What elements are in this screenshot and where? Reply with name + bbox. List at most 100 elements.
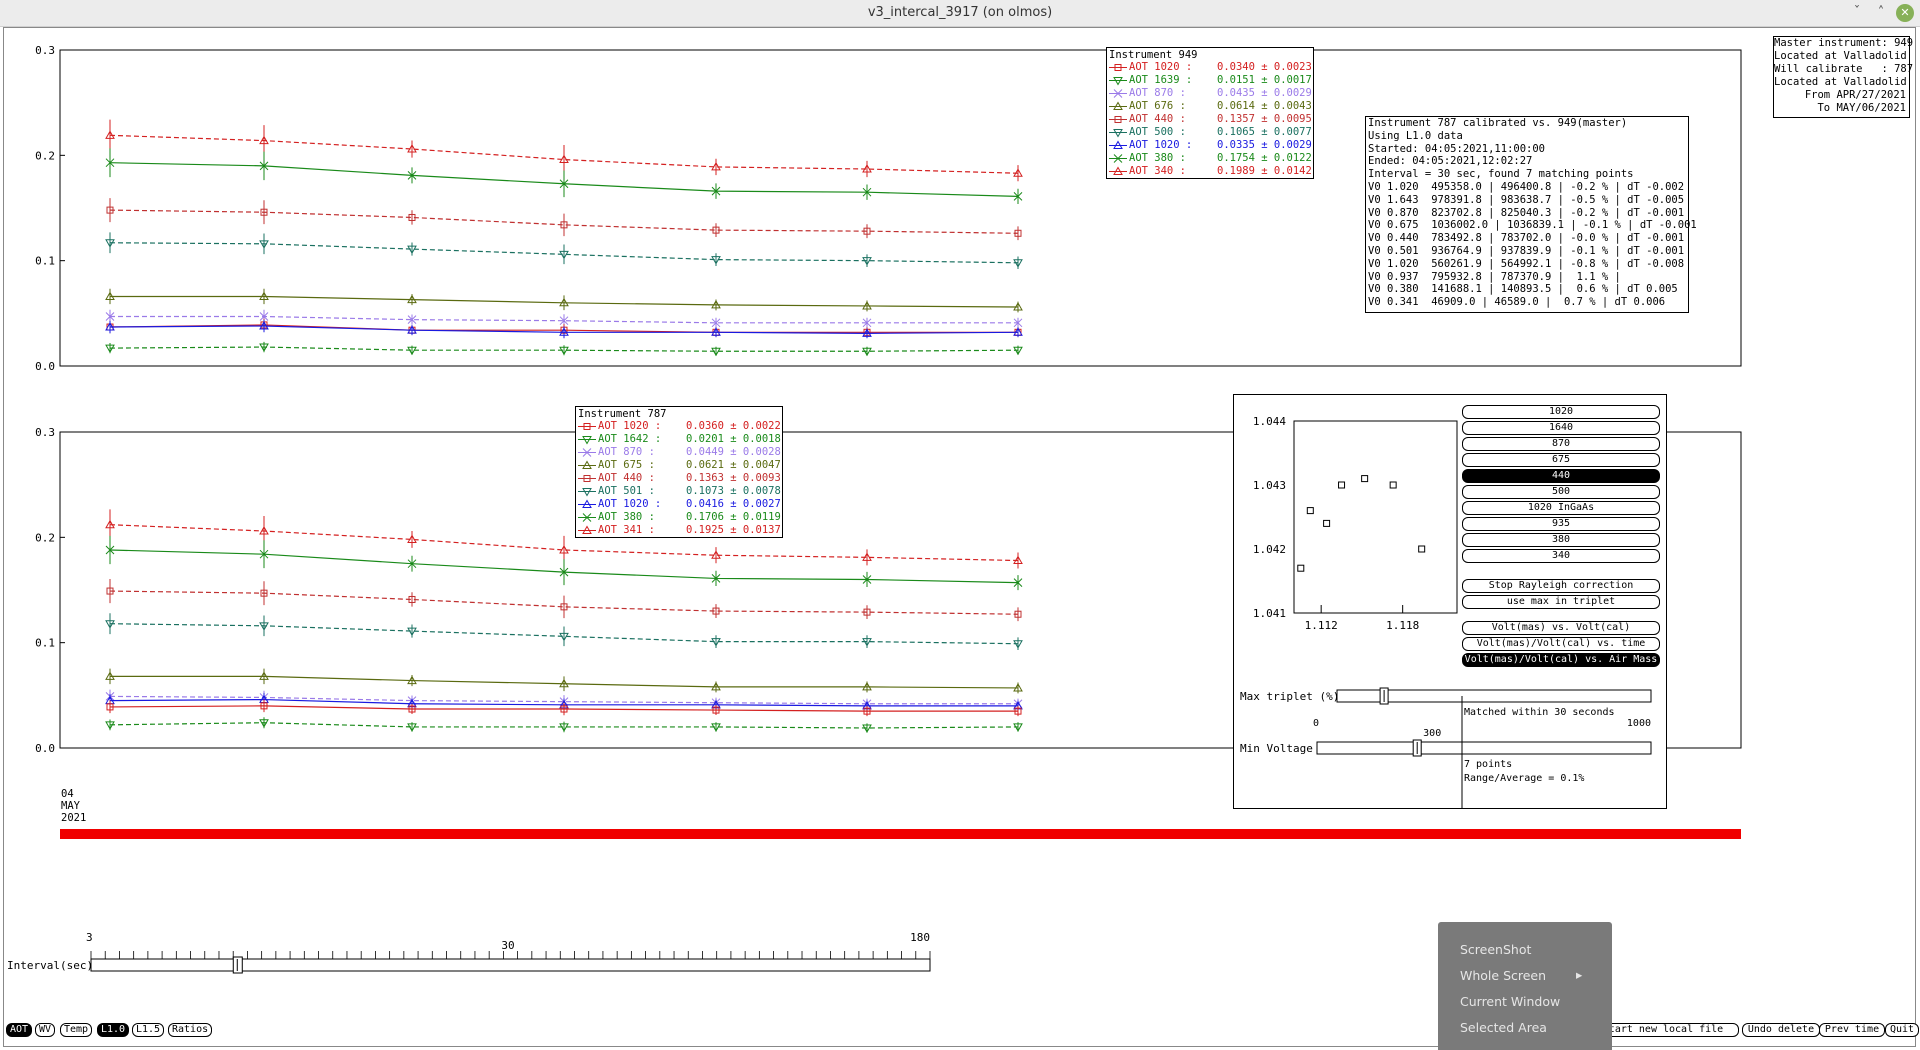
submenu-arrow-icon: ▸ [1576,967,1583,982]
legend-label: AOT 675 : [598,459,655,471]
minimize-button[interactable]: ˇ [1848,4,1866,22]
screenshot-context-menu: ScreenShot Whole Screen ▸ Current Window… [1438,922,1612,1050]
y-tick-label: 0.0 [35,360,55,373]
legend-label: AOT 380 : [598,511,655,523]
mode-tab-l10[interactable]: L1.0 [97,1023,130,1037]
legend-value: 0.0201 ± 0.0018 [686,433,781,445]
legend-row: AOT 340 : 0.1989 ± 0.0142 [1109,165,1312,178]
legend-value: 0.0360 ± 0.0022 [686,420,781,432]
menu-item-screenshot[interactable]: ScreenShot [1460,942,1531,957]
legend-label: AOT 500 : [1129,126,1186,138]
wavelength-button[interactable]: 500 [1462,485,1660,499]
legend-marker-icon [578,448,596,457]
legend-marker-icon [1109,64,1127,71]
legend-label: AOT 1020 : [598,498,662,510]
legend-label: AOT 676 : [1129,100,1186,112]
legend-value: 0.0416 ± 0.0027 [686,498,781,510]
legend-title: Instrument 949 [1109,49,1198,61]
legend-marker-icon [578,423,596,430]
use-max-in-triplet-button[interactable]: use max in triplet [1462,595,1660,609]
menu-item-selected-area[interactable]: Selected Area [1460,1020,1547,1035]
legend-label: AOT 1642 : [598,433,662,445]
wavelength-button[interactable]: 935 [1462,517,1660,531]
min-voltage-slider-label: Min Voltage [1240,742,1313,755]
legend-row: AOT 870 : 0.0449 ± 0.0028 [578,446,781,459]
info-line: Started: 04:05:2021,11:00:00 [1368,142,1546,155]
undo-delete-button[interactable]: Undo delete [1742,1023,1820,1037]
mode-tab-temp[interactable]: Temp [60,1023,93,1037]
interval-slider-track[interactable] [90,958,931,972]
mode-tab-ratios[interactable]: Ratios [168,1023,213,1037]
legend-row: AOT 341 : 0.1925 ± 0.0137 [578,524,781,537]
legend-value: 0.1065 ± 0.0077 [1217,126,1312,138]
menu-item-whole-screen[interactable]: Whole Screen [1460,968,1546,983]
plot-mode-button[interactable]: Volt(mas) vs. Volt(cal) [1462,621,1660,635]
mode-tab-wv[interactable]: WV [35,1023,56,1037]
legend-marker-icon [1109,154,1127,163]
quit-button[interactable]: Quit [1885,1023,1919,1037]
wavelength-button[interactable]: 675 [1462,453,1660,467]
interval-mid-label: 30 [501,939,514,952]
wavelength-button[interactable]: 340 [1462,549,1660,563]
maximize-button[interactable]: ˄ [1872,4,1890,22]
close-button[interactable]: ✕ [1896,4,1914,22]
legend-row: AOT 675 : 0.0621 ± 0.0047 [578,459,781,472]
interval-slider[interactable]: Interval(sec) 3 30 180 [0,925,940,975]
max-triplet-slider-label: Max triplet (%) [1240,690,1339,703]
legend-marker-icon [1109,166,1127,175]
master-instrument-box: Master instrument: 949 Located at Vallado… [1773,36,1914,118]
wavelength-button[interactable]: 1020 InGaAs [1462,501,1660,515]
info-line: Using L1.0 data [1368,129,1463,142]
legend-label: AOT 341 : [598,524,655,536]
legend-row: AOT 440 : 0.1363 ± 0.0093 [578,472,781,485]
y-tick-label: 0.1 [35,637,55,650]
legend-label: AOT 340 : [1129,165,1186,177]
min-voltage-slider-track[interactable] [1316,741,1652,755]
info-line: V0 0.937 795932.8 | 787370.9 | 1.1 % | [1368,270,1621,283]
master-info-line: To MAY/06/2021 [1817,102,1906,114]
master-info-line: Will calibrate : 787 [1774,63,1914,75]
min-voltage-slider-max-label: 1000 [1627,718,1651,729]
min-voltage-slider-min-label: 0 [1313,718,1319,729]
y-tick-label: 0.3 [35,426,55,439]
legend-value: 0.1989 ± 0.0142 [1217,165,1312,177]
legend-value: 0.0340 ± 0.0023 [1217,61,1312,73]
plot-mode-button[interactable]: Volt(mas)/Volt(cal) vs. time [1462,637,1660,651]
series-aot-676 [105,288,1023,313]
wavelength-button[interactable]: 870 [1462,437,1660,451]
master-info-line: Master instrument: 949 [1774,37,1914,49]
legend-marker-icon [578,525,596,534]
y-tick-label: 0.0 [35,742,55,755]
legend-value: 0.0435 ± 0.0029 [1217,87,1312,99]
legend-row: AOT 676 : 0.0614 ± 0.0043 [1109,100,1312,113]
legend-value: 0.1073 ± 0.0078 [686,485,781,497]
prev-time-button[interactable]: Prev time [1819,1023,1885,1037]
legend-row: AOT 501 : 0.1073 ± 0.0078 [578,485,781,498]
interval-slider-label: Interval(sec) [7,959,93,972]
timeline-bar[interactable] [60,829,1741,839]
legend-value: 0.0335 ± 0.0029 [1217,139,1312,151]
legend-value: 0.1363 ± 0.0093 [686,472,781,484]
wavelength-button[interactable]: 1640 [1462,421,1660,435]
legend-marker-icon [1109,77,1127,86]
wavelength-button[interactable]: 380 [1462,533,1660,547]
menu-item-current-window[interactable]: Current Window [1460,994,1560,1009]
calibration-info-box: Instrument 787 calibrated vs. 949(master… [1365,116,1697,313]
points-note: 7 points [1464,759,1512,770]
stop-rayleigh-button[interactable]: Stop Rayleigh correction [1462,579,1660,593]
y-tick-label: 0.2 [35,149,55,162]
voltage-ratio-panel: 1.044 1.043 1.042 1.041 1.112 1.118 1020 1640 8… [1233,394,1667,809]
legend-marker-icon [578,499,596,508]
mode-tab-aot[interactable]: AOT [6,1023,33,1037]
wavelength-button[interactable]: 440 [1462,469,1660,483]
legend-label: AOT 870 : [598,446,655,458]
legend-marker-icon [1109,89,1127,98]
voltage-ratio-scatter: 1.044 1.043 1.042 1.041 1.112 1.118 [1253,415,1458,632]
mode-tab-l15[interactable]: L1.5 [132,1023,165,1037]
legend-label: AOT 1020 : [598,420,662,432]
wavelength-button[interactable]: 1020 [1462,405,1660,419]
plot-mode-button[interactable]: Volt(mas)/Volt(cal) vs. Air Mass [1462,653,1660,667]
info-line: Interval = 30 sec, found 7 matching poin… [1368,168,1634,181]
series-aot-1642 [105,717,1023,733]
legend-value: 0.1754 ± 0.0122 [1217,152,1312,164]
